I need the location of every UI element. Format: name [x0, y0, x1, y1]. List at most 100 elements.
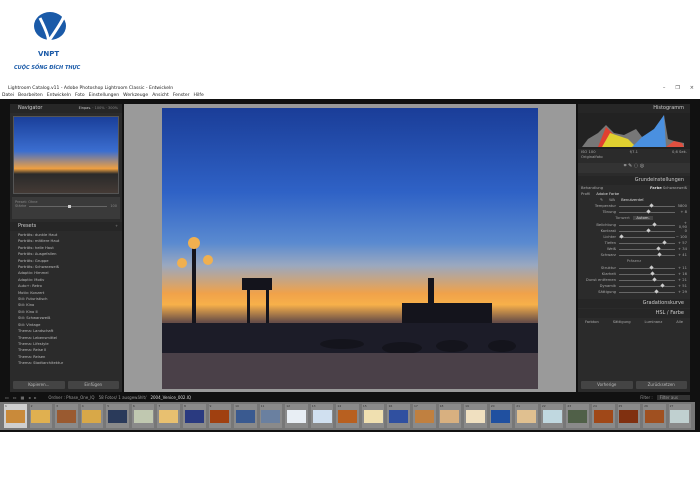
- slider-track[interactable]: [619, 271, 675, 276]
- filmstrip-thumbnail[interactable]: 11: [259, 404, 283, 428]
- hsl-tab[interactable]: Farbton: [585, 320, 599, 324]
- slider-track[interactable]: [619, 228, 675, 233]
- hsl-tab[interactable]: Sättigung: [613, 320, 631, 324]
- slider-knob[interactable]: [650, 271, 656, 276]
- filmstrip-thumbnail[interactable]: 1: [4, 404, 27, 428]
- slider-knob[interactable]: [651, 277, 657, 282]
- menu-item[interactable]: Ansicht: [152, 92, 169, 99]
- slider-knob[interactable]: [646, 209, 651, 214]
- filmstrip-thumbnail[interactable]: 17: [413, 404, 436, 428]
- filmstrip-thumbnail[interactable]: 21: [515, 404, 538, 428]
- filmstrip-thumbnail[interactable]: 2: [29, 404, 53, 428]
- view-single-icon[interactable]: ▭: [5, 395, 9, 400]
- slider-track[interactable]: [619, 277, 675, 282]
- preset-item[interactable]: Thema: Stadtarchitektur: [18, 360, 114, 366]
- filmstrip-thumbnail[interactable]: 12: [285, 404, 308, 428]
- add-preset-icon[interactable]: +: [115, 222, 118, 231]
- slider-knob[interactable]: [662, 240, 667, 245]
- slider-track[interactable]: [619, 209, 675, 214]
- main-photo[interactable]: [162, 108, 538, 389]
- tool-strip[interactable]: ⌗ ✎ ◌ ◎: [578, 163, 690, 173]
- histogram-header[interactable]: Histogramm: [578, 104, 690, 113]
- slider-knob[interactable]: [654, 289, 659, 294]
- filmstrip-thumbnail[interactable]: 18: [438, 404, 462, 428]
- back-icon[interactable]: ◂: [28, 395, 30, 400]
- filmstrip-thumbnail[interactable]: 26: [643, 404, 666, 428]
- filmstrip-thumbnail[interactable]: 5: [106, 404, 129, 428]
- filter-select[interactable]: Filter aus: [656, 394, 690, 400]
- slider-sättigung[interactable]: Sättigung + 29: [578, 289, 690, 295]
- filmstrip-thumbnail[interactable]: 13: [310, 404, 334, 428]
- menu-item[interactable]: Bearbeiten: [18, 92, 43, 99]
- minimize-button[interactable]: –: [663, 85, 666, 91]
- hsl-tab[interactable]: Luminanz: [645, 320, 663, 324]
- maximize-button[interactable]: ❐: [675, 85, 679, 91]
- menu-item[interactable]: Entwickeln: [47, 92, 71, 99]
- filmstrip-thumbnail[interactable]: 8: [182, 404, 206, 428]
- hsl-tab[interactable]: Alle: [676, 320, 683, 324]
- filmstrip-thumbnail[interactable]: 19: [464, 404, 487, 428]
- treatment-color[interactable]: Farbe: [650, 186, 662, 190]
- menu-item[interactable]: Hilfe: [194, 92, 204, 99]
- grid-icon[interactable]: ▦: [21, 395, 25, 400]
- slider-knob[interactable]: [655, 246, 661, 251]
- view-dual-icon[interactable]: ▭: [13, 395, 17, 400]
- menu-item[interactable]: Foto: [75, 92, 85, 99]
- slider-knob[interactable]: [619, 234, 624, 239]
- filmstrip-thumbnail[interactable]: 27: [668, 404, 692, 428]
- slider-knob[interactable]: [649, 265, 654, 270]
- slider-track[interactable]: [619, 234, 675, 239]
- menu-item[interactable]: Einstellungen: [89, 92, 120, 99]
- slider-track[interactable]: [619, 265, 675, 270]
- hsl-header[interactable]: HSL / Farbe: [578, 309, 690, 318]
- slider-knob[interactable]: [657, 252, 662, 257]
- copy-button[interactable]: Kopieren...: [13, 381, 65, 389]
- slider-track[interactable]: [619, 283, 675, 288]
- slider-track[interactable]: [619, 252, 675, 257]
- filmstrip-thumbnail[interactable]: 15: [361, 404, 385, 428]
- original-photo-toggle[interactable]: Originalfoto: [578, 154, 690, 160]
- eyedropper-icon[interactable]: ✎: [600, 198, 603, 202]
- slider-knob[interactable]: [660, 283, 665, 288]
- filmstrip-thumbnail[interactable]: 9: [208, 404, 232, 428]
- close-button[interactable]: ×: [690, 85, 694, 91]
- slider-track[interactable]: [619, 203, 675, 208]
- filmstrip-thumbnail[interactable]: 6: [131, 404, 155, 428]
- filmstrip-thumbnail[interactable]: 10: [234, 404, 257, 428]
- presets-header[interactable]: Presets +: [10, 222, 122, 231]
- menu-item[interactable]: Datei: [2, 92, 14, 99]
- previous-button[interactable]: Vorherige: [581, 381, 633, 389]
- slider-track[interactable]: [619, 240, 675, 245]
- filmstrip-thumbnail[interactable]: 14: [336, 404, 359, 428]
- tone-curve-header[interactable]: Gradationskurve: [578, 299, 690, 308]
- slider-track[interactable]: [619, 222, 675, 227]
- slider-track[interactable]: [619, 246, 675, 251]
- profile-select[interactable]: Adobe Farbe: [596, 192, 619, 196]
- slider-knob[interactable]: [651, 222, 657, 227]
- menu-item[interactable]: Fenster: [173, 92, 190, 99]
- filmstrip-thumbnail[interactable]: 25: [617, 404, 641, 428]
- filmstrip-thumbnail[interactable]: 7: [157, 404, 180, 428]
- amount-slider[interactable]: [29, 204, 108, 208]
- zoom-options[interactable]: Einpas. · 100% · 300%: [79, 104, 118, 113]
- navigator-header[interactable]: Navigator Einpas. · 100% · 300%: [10, 104, 122, 113]
- filmstrip-thumbnail[interactable]: 16: [387, 404, 410, 428]
- filmstrip-thumbnail[interactable]: 23: [566, 404, 589, 428]
- treatment-bw[interactable]: Schwarzweiß: [663, 186, 687, 190]
- filmstrip-thumbnail[interactable]: 4: [80, 404, 104, 428]
- auto-button[interactable]: Autom.: [633, 216, 653, 220]
- filmstrip-thumbnail[interactable]: 20: [489, 404, 513, 428]
- paste-button[interactable]: Einfügen: [67, 381, 119, 389]
- forward-icon[interactable]: ▸: [34, 395, 36, 400]
- reset-button[interactable]: Zurücksetzen: [635, 381, 687, 389]
- navigator-preview[interactable]: [13, 116, 119, 194]
- filmstrip-thumbnail[interactable]: 24: [591, 404, 615, 428]
- menu-item[interactable]: Werkzeuge: [123, 92, 148, 99]
- filmstrip-thumbnail[interactable]: 22: [540, 404, 564, 428]
- slider-knob[interactable]: [649, 203, 654, 208]
- folder-source[interactable]: Ordner : Phase_One_IQ: [48, 395, 94, 400]
- basic-header[interactable]: Grundeinstellungen: [578, 176, 690, 185]
- slider-track[interactable]: [619, 289, 675, 294]
- slider-knob[interactable]: [646, 228, 651, 233]
- wb-select[interactable]: Benutzerdef.: [621, 198, 644, 202]
